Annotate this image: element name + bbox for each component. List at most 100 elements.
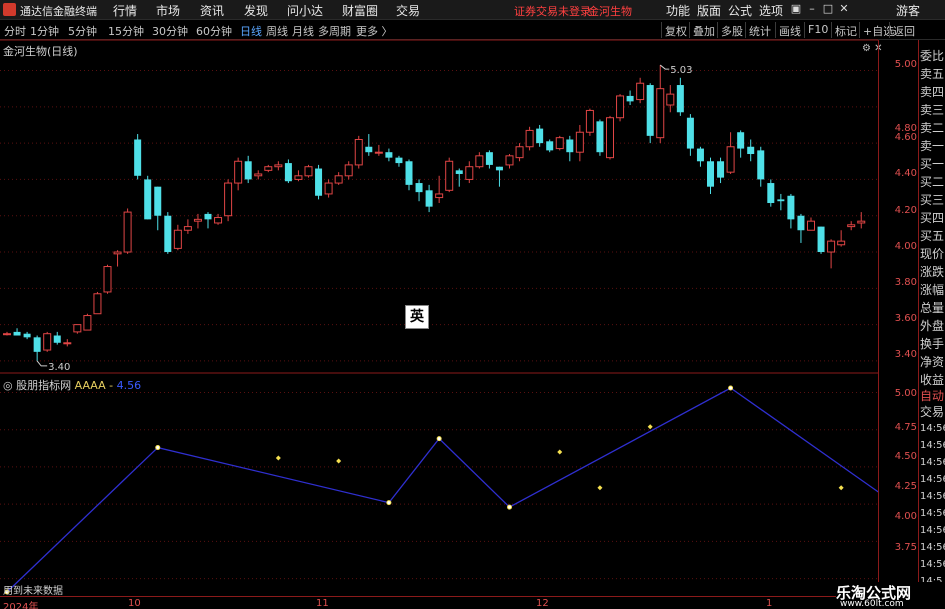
candle-body-up <box>3 333 11 336</box>
candle-body-up <box>726 146 735 173</box>
y-tick: 4.00 <box>894 241 917 252</box>
candle-body-down <box>757 150 765 180</box>
candle-body-down <box>315 168 323 196</box>
candle-body-up <box>334 175 343 184</box>
x-tick: 1 <box>766 598 773 609</box>
candle-body-down <box>284 163 292 182</box>
candle-body-up <box>274 164 283 168</box>
quote-label: 收益 <box>920 373 945 387</box>
candle-body-down <box>696 148 704 162</box>
quote-label: 买二 <box>920 175 945 189</box>
indicator-dot <box>275 455 281 461</box>
candle-body-down <box>686 117 694 149</box>
y-tick: 4.50 <box>894 451 917 462</box>
y-tick: 3.40 <box>894 349 917 360</box>
quote-label: 卖一 <box>920 139 945 153</box>
candle-body-down <box>144 179 152 220</box>
quote-label: 涨幅 <box>920 283 945 297</box>
candle-body-up <box>847 224 856 228</box>
quote-label: 卖三 <box>920 103 945 117</box>
candle-body-down <box>566 139 574 153</box>
candle-body-down <box>717 161 725 178</box>
trade-label[interactable]: 交易 <box>920 403 944 420</box>
candle-body-up <box>666 93 675 106</box>
candle-body-down <box>385 152 393 158</box>
trade-time: 14:56 <box>920 508 945 519</box>
indicator-dot <box>647 424 653 430</box>
candle-body-up <box>264 166 273 171</box>
candle-body-up <box>234 160 243 184</box>
quote-label: 涨跌 <box>920 265 945 279</box>
future-data-note: 用到未来数据 <box>3 586 63 597</box>
candle-body-up <box>636 82 645 101</box>
y-tick: 4.25 <box>894 481 917 492</box>
quote-panel: 委比 卖五 卖四 卖三 卖二 卖一 买一 买二 买三 买四 买五 现价 涨跌 涨… <box>918 40 945 596</box>
candle-body-down <box>154 186 162 216</box>
candle-body-up <box>354 138 363 166</box>
quote-label: 买三 <box>920 193 945 207</box>
trade-time: 14:56 <box>920 440 945 451</box>
quote-label: 换手 <box>920 337 945 351</box>
indicator-collapse-icon[interactable]: ◎ <box>3 379 13 392</box>
trade-time: 14:56 <box>920 542 945 553</box>
candle-body-up <box>435 193 444 199</box>
tool-back[interactable]: 返回 <box>889 22 918 38</box>
x-tick: 2024年 <box>3 602 39 609</box>
candle-body-down <box>365 146 373 153</box>
y-tick: 4.60 <box>894 132 917 143</box>
candle-body-up <box>575 131 584 153</box>
price-axis: 5.00 4.80 4.60 4.40 4.20 4.00 3.80 3.60 … <box>878 40 918 596</box>
candle-body-up <box>93 293 102 315</box>
low-price-label: 3.40 <box>48 362 70 373</box>
quote-label: 卖四 <box>920 85 945 99</box>
kline-chart[interactable]: 5.03 3.40 <box>0 0 878 609</box>
indicator-dot <box>557 449 563 455</box>
candle-body-up <box>294 175 303 180</box>
candle-body-up <box>807 220 815 231</box>
guest-label[interactable]: 游客 <box>896 2 920 19</box>
candle-body-down <box>405 161 413 185</box>
candle-body-down <box>676 85 684 113</box>
quote-label: 委比 <box>920 49 945 63</box>
candle-body-up <box>505 155 514 166</box>
y-tick: 5.00 <box>894 59 917 70</box>
candle-body-up <box>324 182 333 195</box>
ime-indicator[interactable]: 英 <box>405 305 429 329</box>
quote-label: 买五 <box>920 229 945 243</box>
indicator-dot <box>336 458 342 464</box>
indicator-vertex <box>386 500 392 506</box>
x-tick: 11 <box>316 598 329 609</box>
x-tick: 10 <box>128 598 141 609</box>
candle-body-up <box>585 109 594 133</box>
indicator-name[interactable]: 股朋指标网 <box>16 379 71 392</box>
quote-label: 现价 <box>920 247 945 261</box>
trade-time: 14:56 <box>920 474 945 485</box>
candle-body-down <box>395 157 403 164</box>
candle-body-up <box>344 164 353 177</box>
candle-body-down <box>787 195 795 220</box>
y-tick: 5.00 <box>894 388 917 399</box>
candle-body-down <box>797 215 805 231</box>
quote-label: 卖五 <box>920 67 945 81</box>
y-tick: 3.80 <box>894 277 917 288</box>
candle-body-down <box>244 161 252 180</box>
watermark: 乐淘公式网 www.60lt.com <box>836 582 945 609</box>
candle-body-down <box>596 121 604 153</box>
candle-body-down <box>164 215 172 253</box>
indicator-vertex <box>436 436 442 442</box>
candle-body-up <box>606 117 614 159</box>
candle-body-down <box>455 170 463 174</box>
auto-toggle[interactable]: 自动 <box>920 387 944 404</box>
candle-body-up <box>304 166 313 177</box>
candle-body-up <box>83 315 92 331</box>
indicator-series-value: 4.56 <box>116 379 142 392</box>
candle-body-up <box>616 95 625 119</box>
candle-body-up <box>113 251 122 255</box>
candle-body-down <box>777 199 785 202</box>
high-marker-line <box>659 64 670 70</box>
candle-body-down <box>767 183 775 204</box>
indicator-label: ◎ 股朋指标网 AAAA - 4.56 <box>3 377 141 393</box>
indicator-vertex <box>155 445 161 451</box>
candle-body-down <box>707 161 714 187</box>
indicator-dot <box>838 485 844 491</box>
